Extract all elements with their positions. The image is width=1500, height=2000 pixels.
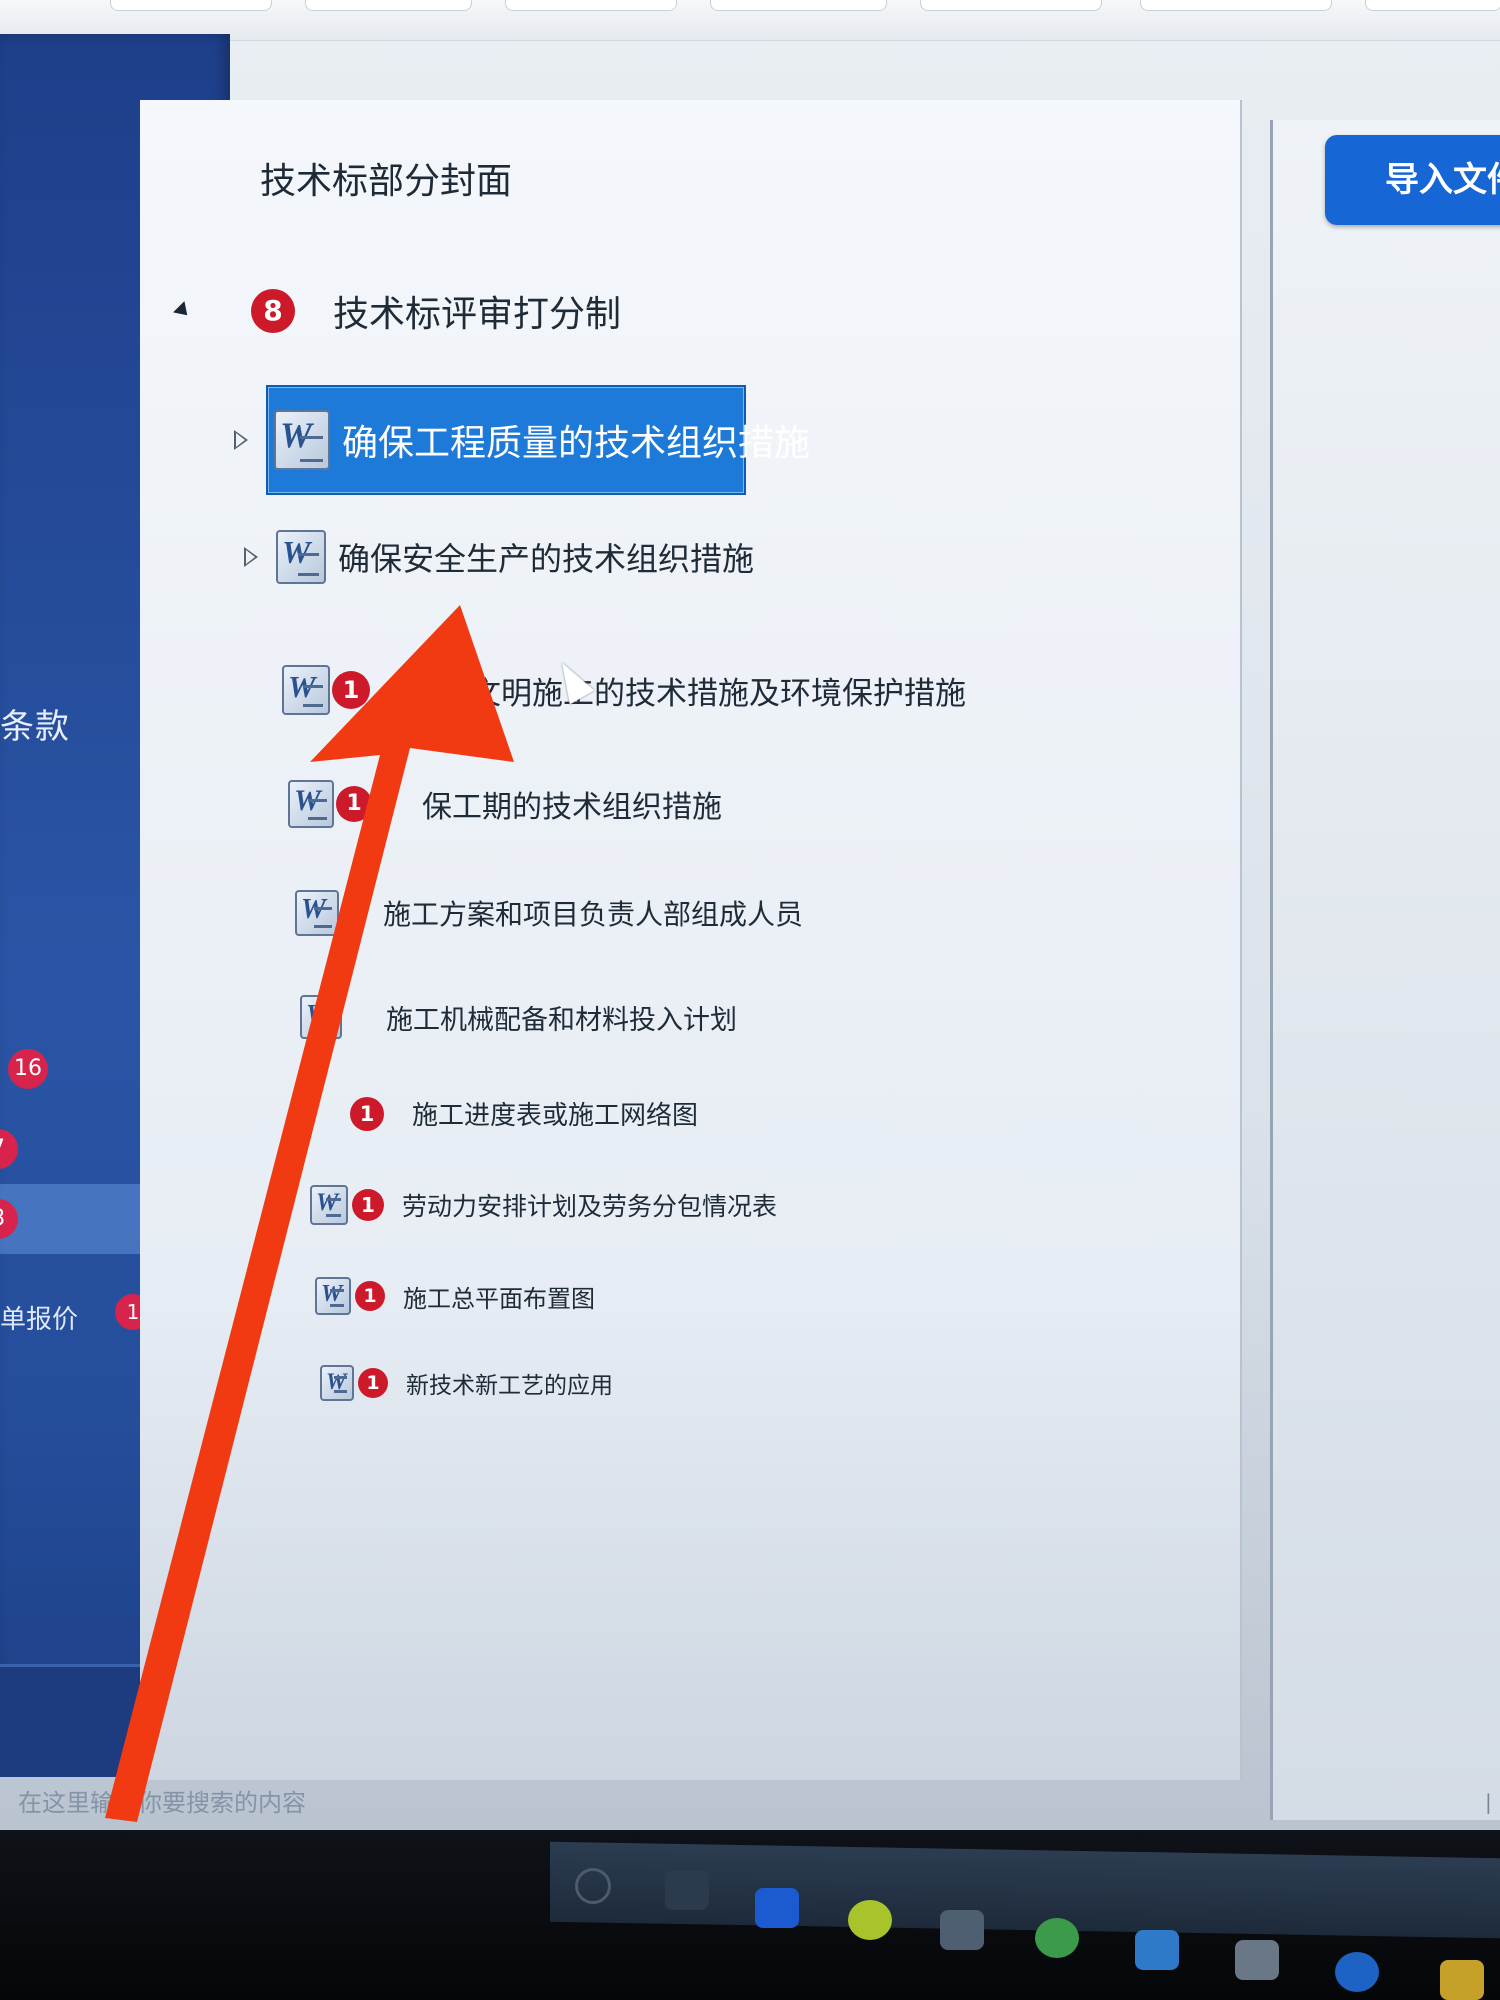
word-document-icon — [274, 410, 330, 470]
app-icon[interactable] — [1235, 1940, 1279, 1980]
tree-item-label: 劳动力安排计划及劳务分包情况表 — [402, 1192, 778, 1221]
tree-item[interactable]: 1 劳动力安排计划及劳务分包情况表 — [310, 1185, 777, 1225]
nav-count-badge: 8 — [0, 1199, 18, 1239]
app-icon[interactable] — [1440, 1960, 1484, 2000]
item-count-badge: 1 — [332, 671, 370, 709]
tree-item-label: 施工进度表或施工网络图 — [412, 1101, 699, 1131]
toolbar-button[interactable] — [920, 0, 1102, 11]
tree-item-label: 施工机械配备和材料投入计划 — [386, 1004, 737, 1036]
selected-highlight: 确保工程质量的技术组织措施 — [266, 385, 810, 495]
word-document-icon — [295, 890, 339, 936]
app-icon[interactable] — [848, 1900, 892, 1940]
item-count-badge: 1 — [358, 1368, 388, 1398]
preview-pane — [1270, 120, 1500, 1820]
tree-group-label: 技术标评审打分制 — [333, 294, 622, 335]
nav-item-price[interactable]: 单报价 — [0, 1299, 78, 1336]
word-document-icon — [310, 1185, 348, 1225]
wechat-icon[interactable] — [1035, 1918, 1079, 1958]
toolbar-button[interactable] — [1140, 0, 1332, 11]
tree-item-selected[interactable]: 确保工程质量的技术组织措施 — [234, 385, 810, 495]
item-count-badge: 1 — [350, 1096, 384, 1131]
scroll-edge-mark: | — [1485, 1790, 1492, 1814]
word-document-icon — [282, 665, 330, 715]
tree-item-label: 确保安全生产的技术组织措施 — [338, 540, 755, 578]
word-document-icon — [288, 780, 334, 828]
tree-item-label: 施工总平面布置图 — [403, 1284, 595, 1313]
tree-item-label: 保工期的技术组织措施 — [422, 790, 722, 825]
collapse-arrow-icon[interactable] — [173, 301, 193, 321]
expand-arrow-icon[interactable] — [234, 430, 248, 450]
word-document-icon — [276, 530, 326, 584]
item-count-badge: 1 — [355, 1281, 385, 1311]
word-document-icon — [315, 1277, 351, 1315]
nav-count-badge: 7 — [0, 1129, 18, 1169]
app-icon[interactable] — [665, 1870, 709, 1910]
monitor-screen: 条款 16 7 8 单报价 1 技术标部分封面 8 技术标评审打分制 确保工程质… — [0, 0, 1500, 1830]
toolbar-button[interactable] — [505, 0, 677, 11]
tree-item[interactable]: 1 施工总平面布置图 — [315, 1277, 595, 1315]
tree-item-label: 文明施工的技术措施及环境保护措施 — [470, 675, 966, 712]
tree-item[interactable]: 1 文明施工的技术措施及环境保护措施 — [282, 665, 966, 715]
tree-title[interactable]: 技术标部分封面 — [260, 152, 512, 204]
tree-item[interactable]: 1 新技术新工艺的应用 — [320, 1365, 613, 1401]
import-file-button[interactable]: 导入文件 — [1325, 135, 1500, 225]
tree-item-label: 确保工程质量的技术组织措施 — [342, 423, 811, 464]
tree-item[interactable]: 确保安全生产的技术组织措施 — [244, 530, 755, 584]
nav-item-clause[interactable]: 条款 — [0, 699, 70, 748]
app-icon[interactable] — [1135, 1930, 1179, 1970]
word-document-icon — [320, 1365, 354, 1401]
word-document-icon — [300, 995, 342, 1039]
nav-count-badge: 16 — [8, 1049, 48, 1089]
toolbar-button[interactable] — [305, 0, 472, 11]
task-view-icon[interactable] — [575, 1868, 611, 1904]
tree-item-label: 施工方案和项目负责人部组成人员 — [383, 898, 804, 931]
expand-arrow-icon[interactable] — [244, 547, 258, 567]
item-count-badge: 1 — [352, 1189, 384, 1221]
chat-icon[interactable] — [940, 1910, 984, 1950]
tree-item-label: 新技术新工艺的应用 — [406, 1373, 613, 1399]
tree-group-row[interactable]: 8 技术标评审打分制 — [173, 285, 622, 337]
outline-tree-panel: 技术标部分封面 8 技术标评审打分制 确保工程质量的技术组织措施 确保安全生产的… — [140, 100, 1242, 1780]
tree-item[interactable]: 施工方案和项目负责人部组成人员 — [295, 890, 803, 936]
toolbar-button[interactable] — [110, 0, 272, 11]
tree-item[interactable]: 1 保工期的技术组织措施 — [288, 780, 722, 828]
tree-item[interactable]: 施工机械配备和材料投入计划 — [300, 995, 737, 1039]
toolbar-button[interactable] — [710, 0, 887, 11]
group-count-badge: 8 — [251, 289, 295, 333]
app-icon[interactable] — [755, 1888, 799, 1928]
qq-icon[interactable] — [1335, 1952, 1379, 1992]
toolbar-button[interactable] — [1365, 0, 1500, 11]
item-count-badge: 1 — [336, 786, 372, 822]
tree-item[interactable]: 1 施工进度表或施工网络图 — [350, 1095, 698, 1132]
taskbar-search-input[interactable]: 在这里输入你要搜索的内容 — [18, 1783, 306, 1818]
